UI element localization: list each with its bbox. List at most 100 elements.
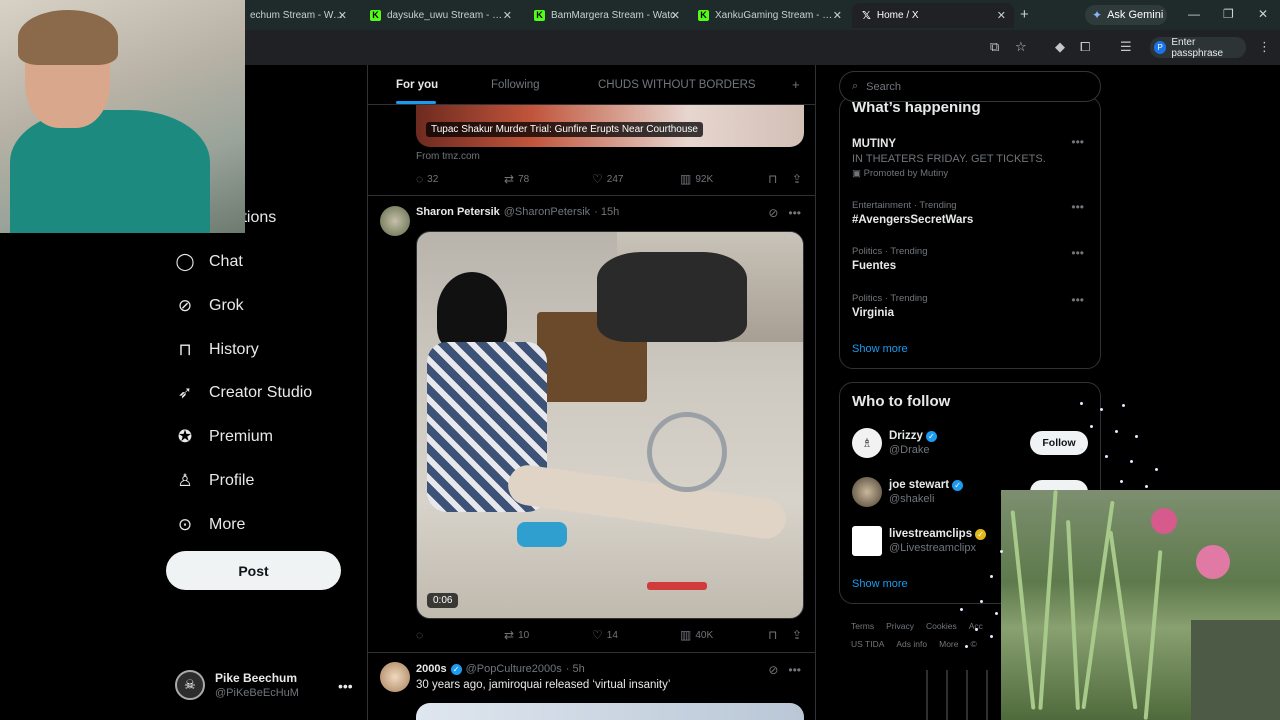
browser-tab-active[interactable]: 𝕏 Home / X ✕ — [852, 3, 1014, 28]
footer-link[interactable]: © — [970, 639, 976, 649]
like-action[interactable]: ♡ 14 — [592, 628, 618, 642]
restore-icon[interactable]: ❐ — [1223, 7, 1234, 21]
browser-tab-1[interactable]: K daysuke_uwu Stream - Watc ✕ — [360, 3, 520, 28]
nav-label: Grok — [209, 297, 244, 314]
browser-tab-2[interactable]: K BamMargera Stream - Watc ✕ — [524, 3, 688, 28]
minimize-icon[interactable]: — — [1188, 7, 1200, 21]
close-icon[interactable]: ✕ — [833, 9, 842, 22]
more-horizontal-icon[interactable]: ••• — [788, 663, 801, 677]
share-action[interactable]: ⇪ — [792, 172, 802, 186]
nav-item-profile[interactable]: ♙ Profile — [175, 471, 254, 491]
ask-gemini-button[interactable]: ✦ Ask Gemini — [1085, 5, 1167, 25]
tweet-time[interactable]: · 5h — [566, 663, 585, 675]
trend-item[interactable]: Politics · Trending Virginia ••• — [852, 293, 1092, 319]
author-handle[interactable]: @SharonPetersik — [504, 206, 590, 218]
address-bar[interactable] — [245, 35, 975, 60]
trend-item[interactable]: Entertainment · Trending #AvengersSecret… — [852, 200, 1092, 226]
tweet-media[interactable] — [416, 703, 804, 720]
new-tab-icon[interactable]: + — [1020, 6, 1029, 23]
more-horizontal-icon[interactable]: ••• — [1071, 135, 1084, 149]
more-horizontal-icon[interactable]: ••• — [1071, 200, 1084, 214]
add-tab-icon[interactable]: + — [792, 77, 800, 92]
more-horizontal-icon[interactable]: ••• — [1071, 246, 1084, 260]
search-input[interactable]: ⌕ Search — [839, 71, 1101, 102]
close-window-icon[interactable]: ✕ — [1258, 7, 1268, 21]
more-horizontal-icon[interactable]: ••• — [1071, 293, 1084, 307]
footer-link[interactable]: More — [939, 639, 958, 649]
post-button[interactable]: Post — [166, 551, 341, 590]
close-icon[interactable]: ✕ — [338, 9, 347, 22]
grok-icon[interactable]: ⊘ — [768, 663, 778, 677]
follow-suggestion[interactable]: joe stewart ✓ @shakeli — [852, 477, 964, 507]
show-more-link[interactable]: Show more — [852, 578, 908, 590]
video-frame-detail — [647, 582, 707, 590]
footer-link[interactable]: Acc — [969, 621, 983, 631]
account-switcher[interactable]: ☠ Pike Beechum @PiKeBeEcHuM — [175, 670, 355, 700]
repost-action[interactable]: ⇄ 78 — [504, 172, 529, 186]
trend-name: MUTINY — [852, 138, 897, 150]
footer-link[interactable]: Ads info — [896, 639, 927, 649]
show-more-link[interactable]: Show more — [852, 343, 908, 355]
share-action[interactable]: ⇪ — [792, 628, 802, 642]
browser-menu-icon[interactable]: ⋮ — [1258, 39, 1271, 55]
reply-action[interactable]: ◌ 32 — [416, 172, 438, 186]
trend-item-promoted[interactable]: MUTINY IN THEATERS FRIDAY. GET TICKETS. … — [852, 135, 1092, 179]
close-icon[interactable]: ✕ — [997, 9, 1006, 22]
footer-link[interactable]: US TIDA — [851, 639, 884, 649]
reading-list-icon[interactable]: ☰ — [1120, 39, 1132, 55]
cast-icon[interactable]: ⧉ — [990, 39, 999, 55]
nav-item-premium[interactable]: ✪ Premium — [175, 427, 273, 447]
tab-chuds-without-borders[interactable]: CHUDS WITHOUT BORDERS — [598, 79, 756, 91]
meter-bar — [946, 670, 948, 720]
footer-link[interactable]: Terms — [851, 621, 874, 631]
browser-tab-3[interactable]: K XankuGaming Stream - Watc ✕ — [688, 3, 850, 28]
nav-item-chat[interactable]: ◯ Chat — [175, 252, 242, 272]
view-count: 92K — [695, 173, 714, 185]
like-count: 247 — [606, 173, 624, 185]
bookmark-star-icon[interactable]: ☆ — [1015, 39, 1027, 55]
follow-suggestion[interactable]: livestreamclips ✓ @Livestreamclipx — [852, 526, 987, 556]
bookmark-action[interactable]: ⊓ — [768, 628, 777, 642]
avatar[interactable] — [380, 206, 410, 236]
garden-leaf — [1143, 550, 1163, 720]
tweet-time[interactable]: · 15h — [594, 206, 619, 218]
author-handle[interactable]: @PopCulture2000s — [466, 663, 562, 675]
tab-following[interactable]: Following — [491, 79, 540, 91]
puzzle-icon[interactable]: ⧠ — [1080, 39, 1090, 55]
nav-item-history[interactable]: ⊓ History — [175, 340, 258, 360]
tweet-video[interactable]: 0:06 — [416, 231, 804, 619]
views-action[interactable]: ▥ 40K — [680, 628, 713, 642]
footer-link[interactable]: Privacy — [886, 621, 914, 631]
link-card-image[interactable]: Tupac Shakur Murder Trial: Gunfire Erupt… — [416, 105, 804, 147]
nav-item-more[interactable]: ⊙ More — [175, 515, 246, 535]
author-name[interactable]: Sharon Petersik — [416, 206, 500, 218]
nav-item-creator-studio[interactable]: ➶ Creator Studio — [175, 383, 312, 403]
tab-for-you[interactable]: For you — [396, 79, 438, 91]
trend-item[interactable]: Politics · Trending Fuentes ••• — [852, 246, 1092, 272]
follow-button[interactable]: Follow — [1030, 431, 1088, 455]
reply-action[interactable]: ◌ — [416, 628, 427, 642]
passphrase-button[interactable]: P Enter passphrase — [1150, 37, 1246, 59]
author-name[interactable]: 2000s — [416, 663, 447, 675]
bookmark-action[interactable]: ⊓ — [768, 172, 777, 186]
close-icon[interactable]: ✕ — [503, 9, 512, 22]
like-action[interactable]: ♡ 247 — [592, 172, 623, 186]
nav-item-grok[interactable]: ⊘ Grok — [175, 296, 244, 316]
follow-suggestion[interactable]: ♗ Drizzy ✓ @Drake — [852, 428, 937, 458]
browser-tab-0[interactable]: echum Stream - Watc ✕ — [240, 3, 355, 28]
views-action[interactable]: ▥ 92K — [680, 172, 713, 186]
more-horizontal-icon[interactable]: ••• — [788, 206, 801, 220]
grok-icon[interactable]: ⊘ — [768, 206, 778, 220]
views-icon: ▥ — [680, 172, 692, 186]
extension-icon[interactable]: ◆ — [1055, 39, 1065, 55]
timeline[interactable]: For you Following CHUDS WITHOUT BORDERS … — [367, 65, 816, 720]
repost-action[interactable]: ⇄ 10 — [504, 628, 529, 642]
nav-label: Premium — [209, 428, 274, 445]
close-icon[interactable]: ✕ — [671, 9, 680, 22]
avatar[interactable] — [380, 662, 410, 692]
suggestion-handle: @Livestreamclipx — [889, 542, 976, 554]
repost-icon: ⇄ — [504, 628, 515, 642]
more-horizontal-icon[interactable]: ••• — [338, 678, 353, 694]
suggestion-name: Drizzy — [889, 430, 923, 442]
footer-link[interactable]: Cookies — [926, 621, 957, 631]
